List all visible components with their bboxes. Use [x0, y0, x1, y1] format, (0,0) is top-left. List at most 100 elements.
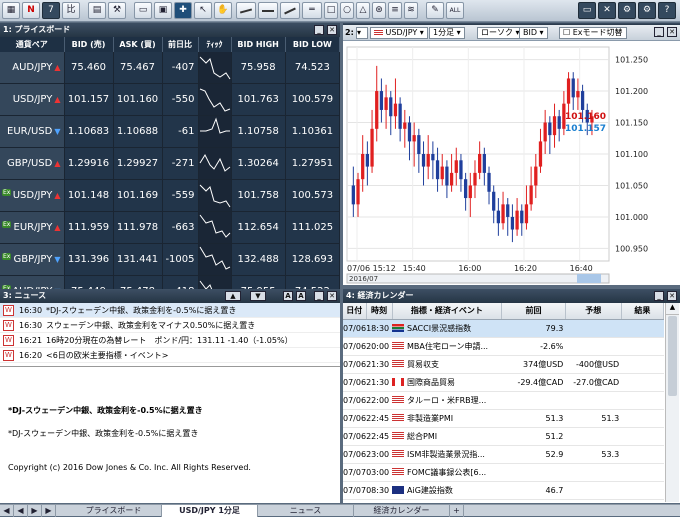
bid-cell[interactable]: 1.29916 [64, 147, 114, 180]
calendar-header-cell[interactable]: 前回 [501, 303, 566, 320]
save-icon[interactable]: ▭ [134, 2, 152, 19]
font-smaller-icon[interactable]: A [296, 291, 306, 301]
fib-fan-tool-icon[interactable]: ≋ [404, 2, 418, 19]
candlestick-chart[interactable]: 101.250 101.200 101.150 101.100 101.050 101.0… [343, 41, 680, 285]
compare-button[interactable]: 比 [62, 2, 80, 19]
chart-close-icon[interactable]: ✕ [667, 27, 677, 37]
chart-minimize-icon[interactable]: _ [654, 27, 664, 37]
tab-price-board[interactable]: プライスボード [66, 505, 162, 517]
scroll-thumb[interactable] [668, 316, 677, 396]
ask-cell[interactable]: 101.169 [113, 179, 163, 212]
interval-select[interactable]: 1分足 ▾ [429, 27, 465, 39]
news-up-arrow-icon[interactable]: ▲ [225, 291, 241, 301]
navigator-thumb[interactable] [577, 274, 601, 283]
hammer-icon[interactable]: ⚒ [108, 2, 126, 19]
tab-last-arrow-icon[interactable]: ▶ [42, 505, 56, 517]
chart-icon[interactable]: ▤ [88, 2, 106, 19]
calendar-header-cell[interactable]: 指標・経済イベント [392, 303, 503, 320]
layout-icon[interactable]: ✕ [598, 2, 616, 19]
rate-row[interactable]: AUD/JPY ▲ 75.460 75.467 -407 75.958 74.523 [0, 52, 341, 84]
rate-row[interactable]: Ex EUR/JPY ▲ 111.959 111.978 -663 112.654 111.0… [0, 211, 341, 244]
rates-header-cell[interactable]: ASK (買) [113, 37, 163, 52]
chart-type-select[interactable]: ローソク ▾ [477, 27, 524, 39]
rate-row[interactable]: USD/JPY ▲ 101.157 101.160 -550 101.763 100.579 [0, 83, 341, 116]
chart-menu-icon[interactable]: ▾ [356, 27, 368, 39]
calendar-row[interactable]: 07/07 03:00 FOMC議事録公表[6... [343, 463, 664, 482]
news-item[interactable]: W 16:20 <6日の欧米主要指標・イベント> [0, 348, 340, 363]
erase-all-button[interactable]: ALL [446, 2, 464, 19]
pair-cell[interactable]: Ex EUR/JPY ▲ [0, 211, 65, 244]
calendar-row[interactable]: 07/06 23:00 ISM非製造業景況指... 52.9 53.3 [343, 445, 664, 464]
calendar-row[interactable]: 07/06 21:30 国際商品貿易 -29.4億CAD -27.0億CAD [343, 373, 664, 392]
rates-header-cell[interactable]: BID LOW [285, 37, 341, 52]
news-item[interactable]: W 16:30 *DJ-スウェーデン中銀、政策金利を-0.5%に据え置き [0, 303, 340, 318]
bid-cell[interactable]: 101.157 [64, 83, 114, 116]
tab-calendar[interactable]: 経済カレンダー [354, 505, 450, 517]
close-icon[interactable]: ✕ [327, 25, 337, 35]
rate-row[interactable]: Ex USD/JPY ▲ 101.148 101.169 -559 101.758 100.5… [0, 179, 341, 212]
calendar-header-cell[interactable]: 時刻 [366, 303, 393, 320]
channel-tool-icon[interactable]: ═ [302, 2, 322, 19]
news-close-icon[interactable]: ✕ [327, 291, 337, 301]
rate-row[interactable]: GBP/USD ▲ 1.29916 1.29927 -271 1.30264 1.27951 [0, 147, 341, 180]
tab-first-arrow-icon[interactable]: ◀ [0, 505, 14, 517]
news-minimize-icon[interactable]: _ [314, 291, 324, 301]
chart-navigator[interactable] [346, 273, 610, 284]
bid-cell[interactable]: 111.959 [64, 211, 114, 244]
minimize-icon[interactable]: _ [314, 25, 324, 35]
triangle-tool-icon[interactable]: △ [356, 2, 370, 19]
tab-chart[interactable]: USD/JPY 1分足 [162, 505, 258, 517]
calendar-button[interactable]: 7 [42, 2, 60, 19]
calendar-row[interactable]: 07/06 18:30 SACCI景況感指数 79.3 [343, 319, 664, 338]
scroll-up-arrow-icon[interactable]: ▲ [666, 303, 679, 315]
gann-tool-icon[interactable]: ⊛ [372, 2, 386, 19]
news-down-arrow-icon[interactable]: ▼ [250, 291, 266, 301]
bid-cell[interactable]: 75.460 [64, 52, 114, 84]
add-tab-icon[interactable]: + [450, 505, 464, 517]
crosshair-icon[interactable]: ✚ [174, 2, 192, 19]
calendar-row[interactable]: 07/06 22:00 タルーロ・米FRB理... [343, 391, 664, 410]
calendar-header-cell[interactable]: 結果 [621, 303, 665, 320]
settings-icon[interactable]: ⚙ [618, 2, 636, 19]
rect-tool-icon[interactable]: □ [324, 2, 338, 19]
rates-header-cell[interactable]: BID (売) [64, 37, 114, 52]
calendar-row[interactable]: 07/06 21:30 貿易収支 374億USD -400億USD [343, 355, 664, 374]
font-larger-icon[interactable]: A [283, 291, 293, 301]
ask-cell[interactable]: 1.10688 [113, 115, 163, 148]
line-tool-icon[interactable] [236, 2, 256, 19]
trend-tool-icon[interactable] [280, 2, 300, 19]
fibonacci-tool-icon[interactable]: ≡ [388, 2, 402, 19]
ask-cell[interactable]: 111.978 [113, 211, 163, 244]
side-select[interactable]: BID ▾ [519, 27, 548, 39]
calendar-row[interactable]: 07/06 20:00 MBA住宅ローン申請... -2.6% [343, 337, 664, 356]
calendar-row[interactable]: 07/06 22:45 総合PMI 51.2 [343, 427, 664, 446]
pair-cell[interactable]: GBP/USD ▲ [0, 147, 65, 180]
ex-mode-toggle[interactable]: ☐ Exモード切替 [559, 27, 627, 39]
calendar-close-icon[interactable]: ✕ [667, 291, 677, 301]
hline-tool-icon[interactable] [258, 2, 278, 19]
monitor-icon[interactable]: ▭ [578, 2, 596, 19]
tab-next-arrow-icon[interactable]: ▶ [28, 505, 42, 517]
pair-cell[interactable]: AUD/JPY ▲ [0, 52, 65, 84]
calendar-minimize-icon[interactable]: _ [654, 291, 664, 301]
ask-cell[interactable]: 131.441 [113, 243, 163, 276]
rate-row[interactable]: Ex GBP/JPY ▼ 131.396 131.441 -1005 132.488 128.… [0, 243, 341, 276]
window-icon[interactable]: ▦ [2, 2, 20, 19]
circle-tool-icon[interactable]: ○ [340, 2, 354, 19]
news-item[interactable]: W 16:30 スウェーデン中銀、政策金利をマイナス0.50%に据え置き [0, 318, 340, 333]
ask-cell[interactable]: 101.160 [113, 83, 163, 116]
pair-cell[interactable]: Ex USD/JPY ▲ [0, 179, 65, 212]
tab-prev-arrow-icon[interactable]: ◀ [14, 505, 28, 517]
bid-cell[interactable]: 101.148 [64, 179, 114, 212]
rates-header-cell[interactable]: 通貨ペア [0, 37, 65, 52]
calendar-row[interactable]: 07/07 08:30 AiG建設指数 46.7 [343, 481, 664, 500]
pair-cell[interactable]: Ex GBP/JPY ▼ [0, 243, 65, 276]
help-icon[interactable]: ? [658, 2, 676, 19]
rates-header-cell[interactable]: BID HIGH [231, 37, 286, 52]
news-button[interactable]: N [22, 2, 40, 19]
calendar-header-cell[interactable]: 予想 [565, 303, 622, 320]
hand-icon[interactable]: ✋ [214, 2, 232, 19]
rates-header-cell[interactable]: ﾃｨｯｸ [198, 37, 232, 52]
ask-cell[interactable]: 75.467 [113, 52, 163, 84]
calendar-scrollbar[interactable]: ▲ [665, 303, 679, 502]
